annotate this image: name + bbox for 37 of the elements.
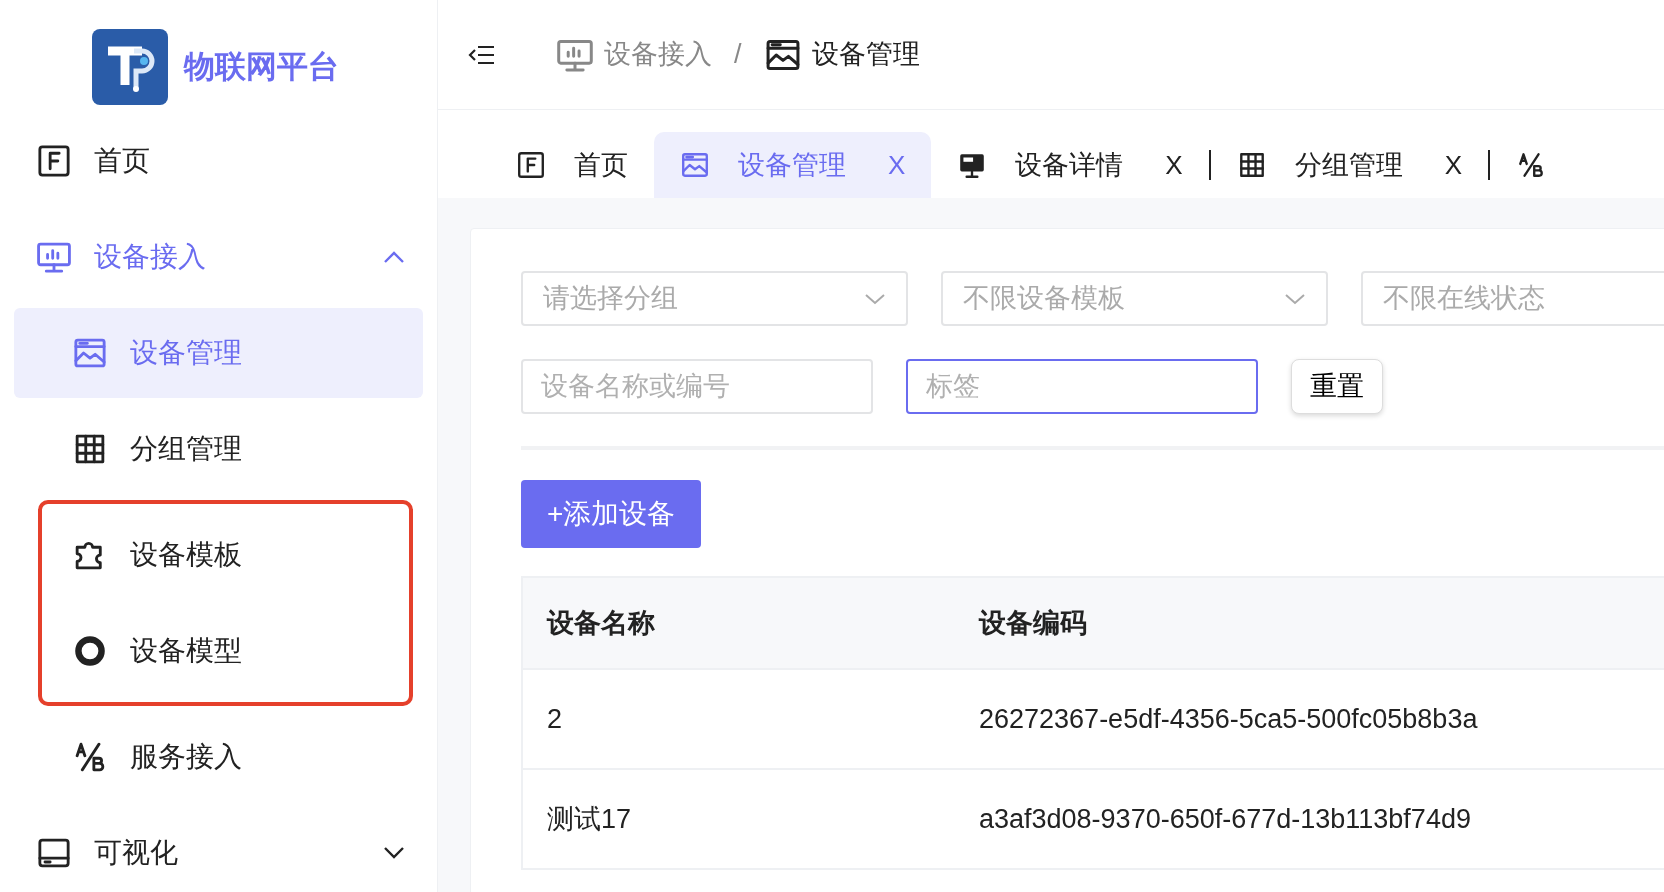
breadcrumb-separator: / — [734, 38, 742, 72]
dropdown-icon — [1284, 292, 1306, 305]
table-cell-text: a3af3d08-9370-650f-677d-13b113bf74d9 — [978, 802, 1471, 836]
sidebar-item[interactable]: 服务接入 — [14, 712, 423, 802]
input-field[interactable]: 标签 — [906, 359, 1258, 414]
ring-icon — [72, 633, 108, 669]
sidebar-item[interactable]: 分组管理 — [14, 404, 423, 494]
tab[interactable]: 首页 — [490, 132, 654, 198]
letter-box-icon — [516, 150, 546, 180]
sidebar-item[interactable]: 设备模板 — [42, 510, 409, 600]
sidebar-item[interactable]: 设备模型 — [42, 606, 409, 696]
column-header: 设备名称 — [545, 606, 656, 640]
close-button[interactable]: X — [888, 145, 906, 185]
table-cell-text: 测试17 — [546, 802, 633, 836]
sidebar-item[interactable]: 首页 — [14, 116, 423, 206]
breadcrumb-item[interactable]: 设备管理 — [763, 34, 920, 75]
column-header: 设备编码 — [977, 606, 1087, 640]
letter-box-icon — [36, 143, 72, 179]
tab[interactable]: 分组管理 X — [1210, 132, 1489, 198]
table-cell-text: 26272367-e5df-4356-5ca5-500fc05b8b3a — [978, 702, 1478, 736]
sidebar-item[interactable]: 设备接入 — [14, 212, 423, 302]
tab[interactable]: 设备详情 X — [931, 132, 1209, 198]
expand-chevron-icon[interactable] — [383, 846, 405, 860]
close-button[interactable]: X — [1165, 145, 1183, 185]
sidebar-item[interactable]: 可视化 — [14, 808, 423, 892]
table-cell-text: 2 — [546, 702, 564, 736]
close-button[interactable]: X — [1444, 145, 1463, 185]
brand-title: 物联网平台 — [184, 47, 339, 86]
tab[interactable]: 设备管理 X — [654, 132, 932, 198]
image-icon — [680, 150, 710, 180]
add-device-button[interactable]: +添加设备 — [521, 480, 702, 548]
dropdown-icon — [864, 292, 886, 305]
logo-icon — [92, 29, 168, 105]
breadcrumb-item[interactable]: 设备接入 — [556, 34, 712, 75]
collapse-chevron-icon[interactable] — [383, 250, 405, 264]
reset-button[interactable]: 重置 — [1291, 359, 1383, 414]
sidebar-item[interactable]: 设备管理 — [14, 308, 423, 398]
